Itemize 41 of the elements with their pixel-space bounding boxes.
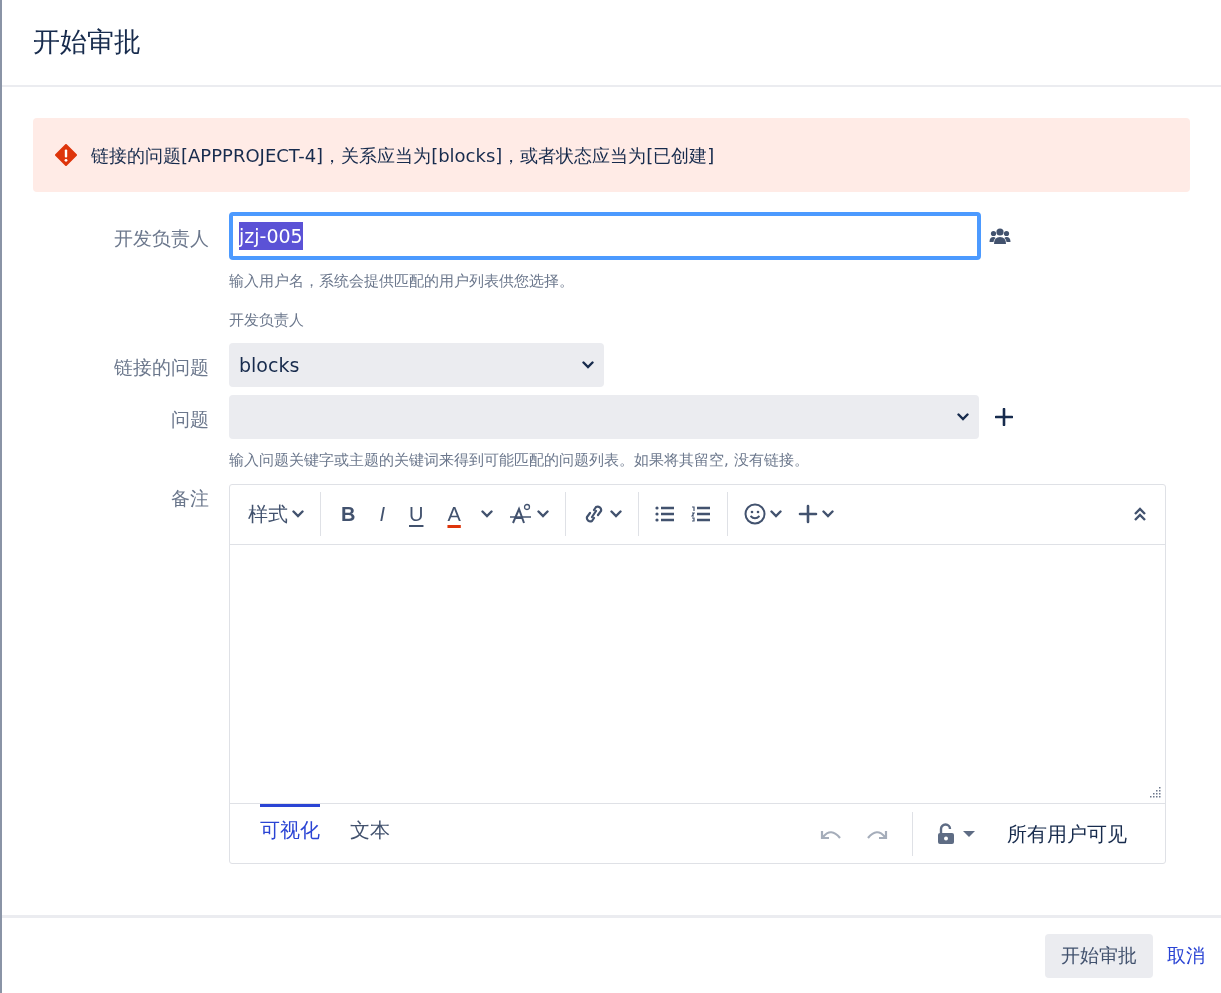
- numbered-list-icon[interactable]: [690, 506, 711, 522]
- field-label: 备注: [170, 485, 210, 511]
- underline-button[interactable]: U: [397, 499, 436, 529]
- resize-handle-icon[interactable]: [1149, 786, 1161, 799]
- field-label: 链接的问题: [113, 355, 210, 380]
- style-menu[interactable]: 样式: [240, 499, 312, 529]
- chevron-down-icon: [821, 510, 834, 518]
- chevron-down-icon: [769, 510, 782, 518]
- submit-button[interactable]: 开始审批: [1045, 933, 1153, 978]
- dialog-title: 开始审批: [33, 26, 141, 59]
- visibility-selector[interactable]: 所有用户可见: [999, 818, 1135, 849]
- cancel-link[interactable]: 取消: [1167, 941, 1205, 970]
- help-text: 输入用户名，系统会提供匹配的用户列表供您选择。: [229, 271, 575, 292]
- italic-button[interactable]: I: [367, 499, 397, 529]
- plus-icon[interactable]: [797, 504, 818, 524]
- chevron-down-icon: [536, 510, 549, 518]
- error-icon: [55, 144, 77, 166]
- caret-icon[interactable]: [963, 829, 975, 838]
- bold-button[interactable]: B: [329, 499, 368, 529]
- chevron-down-icon: [480, 510, 493, 518]
- bullet-list-icon[interactable]: [654, 506, 675, 522]
- smiley-icon[interactable]: [743, 503, 766, 525]
- chevron-down-icon: [957, 413, 969, 421]
- chevron-down-icon: [292, 510, 304, 518]
- user-input-field[interactable]: jzj-005: [229, 212, 981, 260]
- chevron-down-icon: [582, 361, 594, 369]
- editor-mode-tab[interactable]: 可视化: [260, 803, 320, 845]
- plus-icon[interactable]: [995, 408, 1013, 426]
- help-text: 输入问题关键字或主题的关键词来得到可能匹配的问题列表。如果将其留空, 没有链接。: [229, 450, 810, 471]
- text-color-button[interactable]: A: [435, 499, 473, 529]
- field-label: 开发负责人: [113, 226, 210, 251]
- chevron-down-icon: [609, 510, 622, 518]
- error-message: 链接的问题[APPPROJECT-4]，关系应当为[blocks]，或者状态应当为[已创建]: [91, 143, 715, 168]
- users-icon[interactable]: [989, 227, 1011, 245]
- help-text: 开发负责人: [229, 309, 305, 331]
- clear-format-icon[interactable]: [508, 503, 533, 525]
- link-type-dropdown[interactable]: blocks: [229, 343, 604, 387]
- unlocked-padlock-icon[interactable]: [937, 822, 955, 845]
- editor-mode-tab[interactable]: 文本: [350, 803, 390, 845]
- collapse-icon[interactable]: [1133, 506, 1147, 522]
- field-label: 问题: [170, 407, 210, 432]
